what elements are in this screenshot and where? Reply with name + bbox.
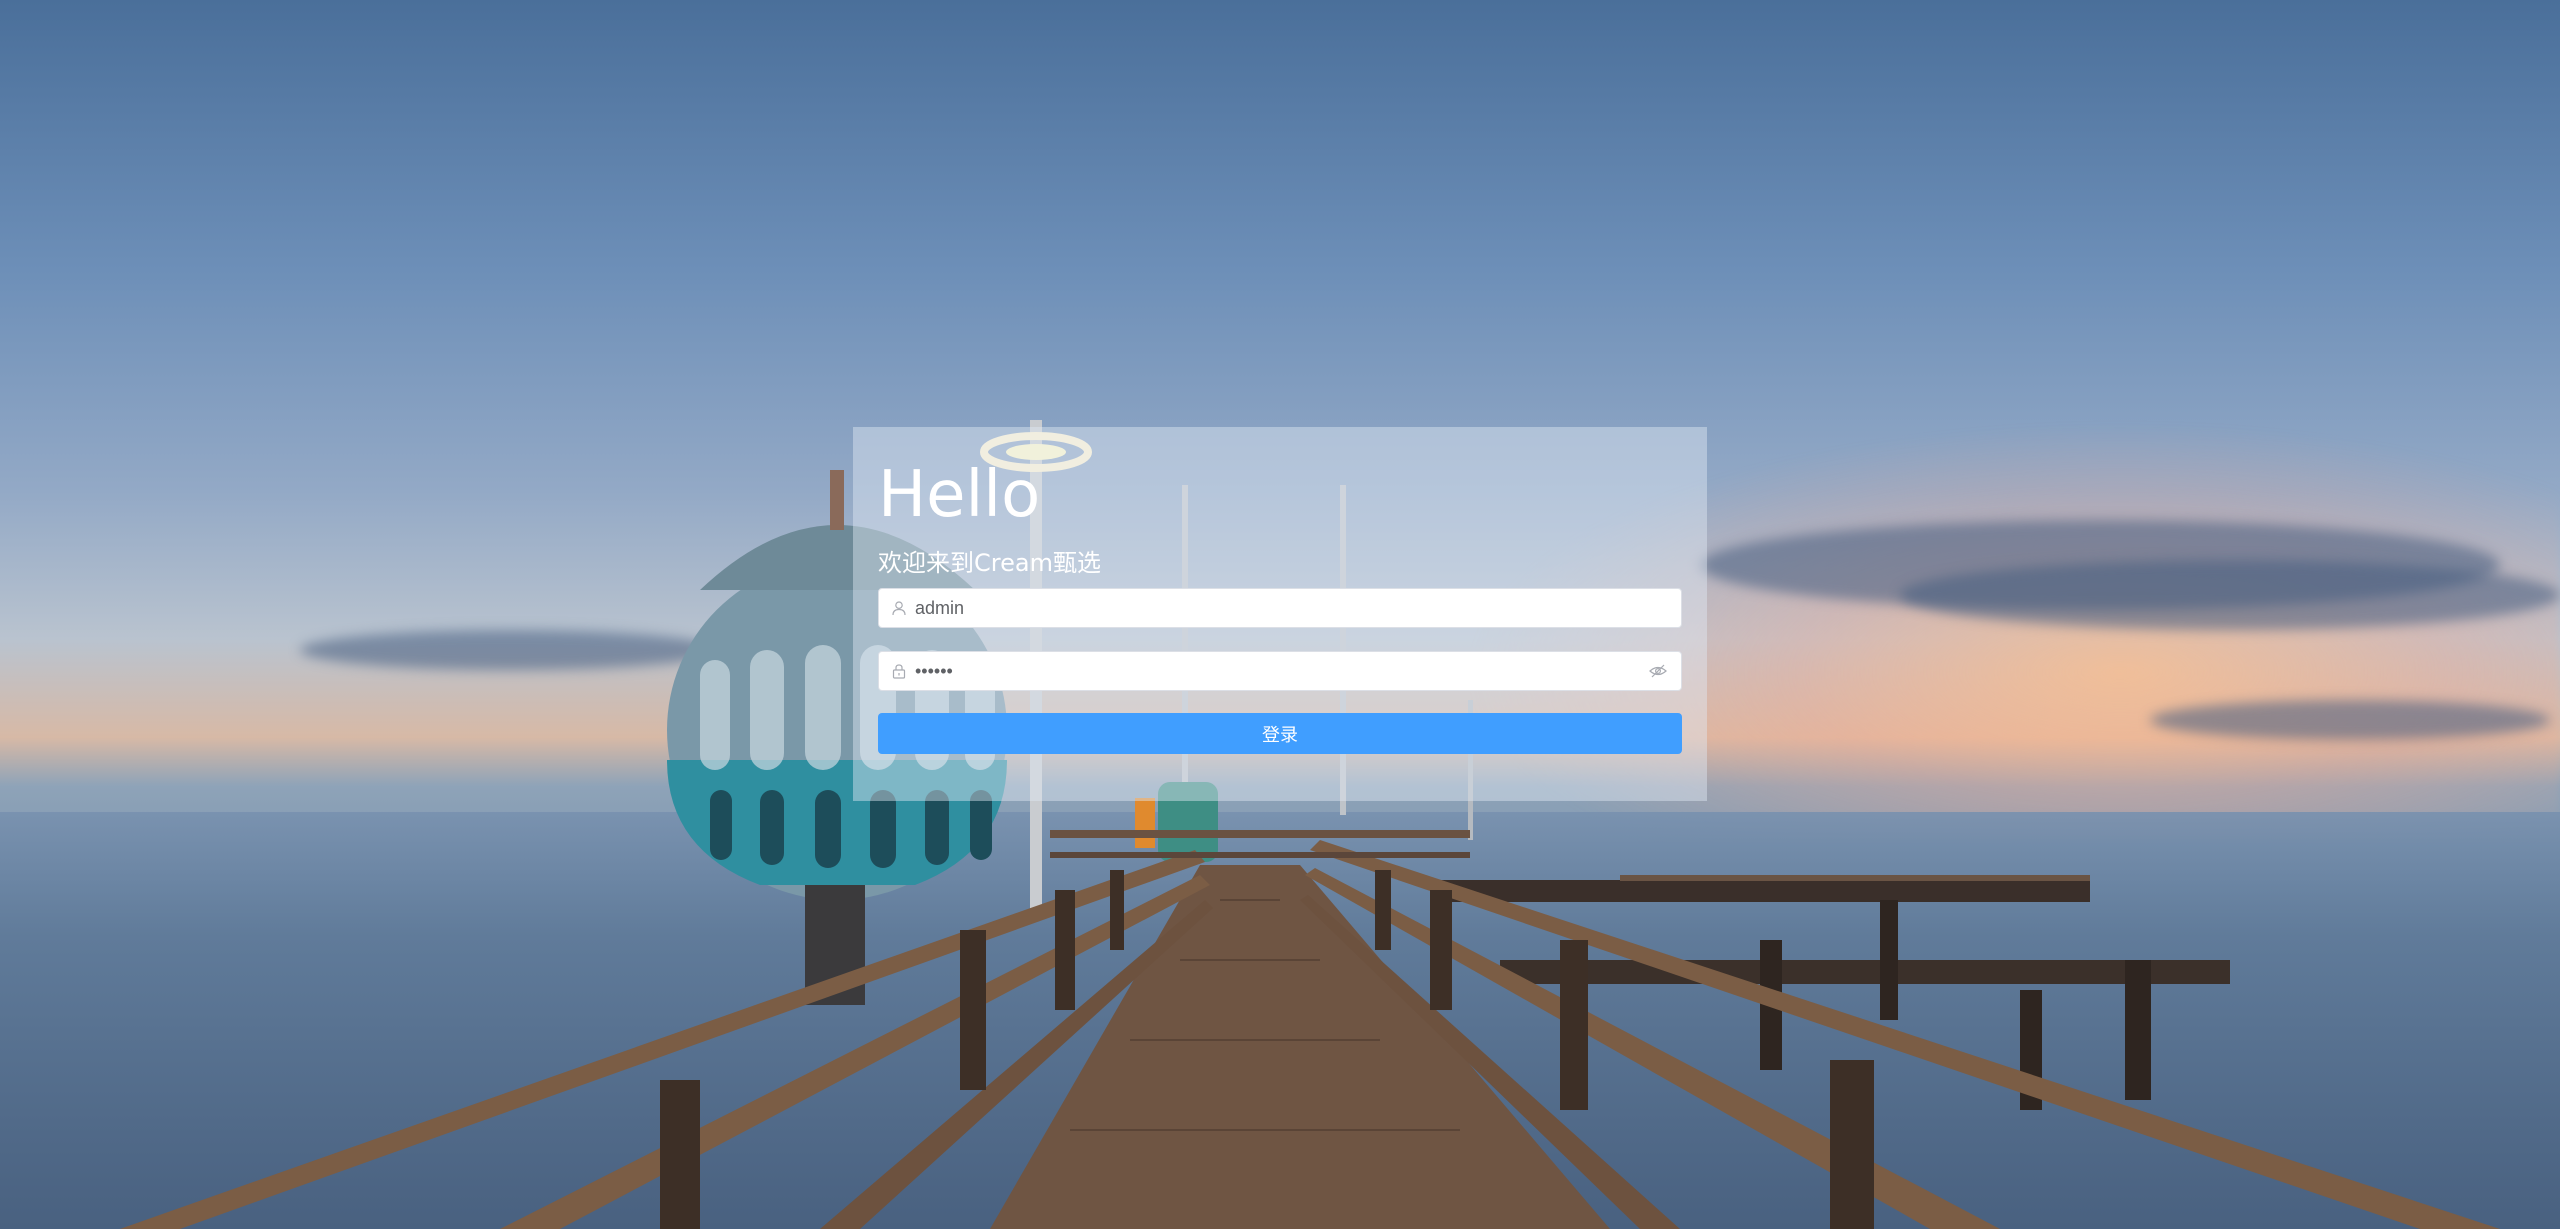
username-input[interactable] (915, 590, 1681, 626)
password-field[interactable] (878, 651, 1682, 691)
username-field[interactable] (878, 588, 1682, 628)
user-icon (883, 589, 915, 627)
login-page: Hello 欢迎来到Cream甄选 admin •••••• 登录 (0, 0, 2560, 1229)
login-button[interactable]: 登录 (878, 713, 1682, 754)
eye-hidden-icon[interactable] (1641, 652, 1675, 690)
welcome-subtitle: 欢迎来到Cream甄选 (878, 549, 1101, 577)
page-title: Hello (878, 458, 1041, 532)
lock-icon (883, 652, 915, 690)
password-input[interactable] (915, 653, 1641, 689)
login-form: Hello 欢迎来到Cream甄选 admin •••••• 登录 (853, 427, 1707, 801)
